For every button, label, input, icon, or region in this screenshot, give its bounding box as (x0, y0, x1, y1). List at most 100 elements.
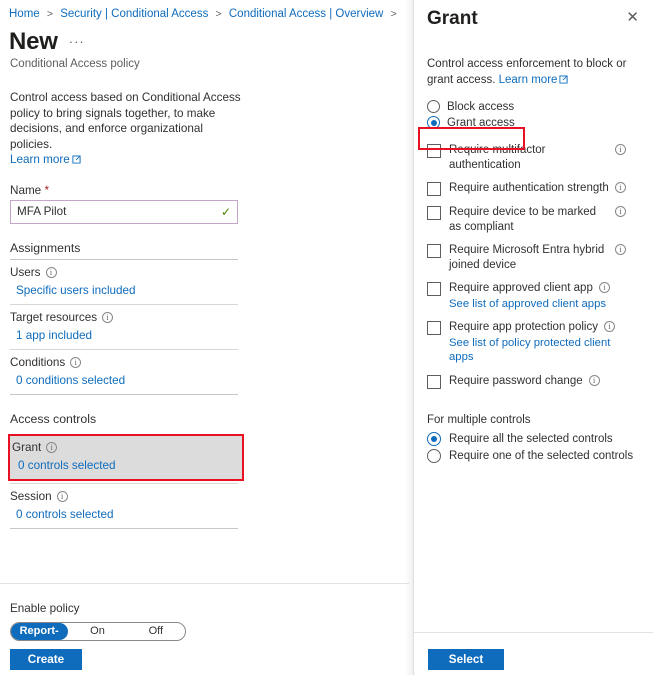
access-controls-heading: Access controls (10, 411, 97, 426)
external-link-icon (559, 74, 568, 84)
checkbox-label: Require password change (449, 374, 583, 387)
radio-grant-access[interactable]: Grant access (414, 113, 653, 129)
checkbox-label: Require device to be marked as compliant (449, 206, 597, 233)
grant-controls-checkbox-list: Require multifactor authentication i Req… (414, 129, 653, 389)
toggle-option-off[interactable]: Off (127, 623, 185, 640)
breadcrumb-item-security-conditional-access[interactable]: Security | Conditional Access (60, 8, 208, 20)
external-link-icon (72, 153, 81, 164)
checkbox-item-require-password-change[interactable]: Require password change i (414, 374, 653, 389)
info-icon[interactable]: i (70, 356, 82, 368)
checkbox-item-require-multifactor-authentication[interactable]: Require multifactor authentication i (414, 143, 653, 172)
name-field-label: Name * (0, 168, 409, 200)
access-mode-radio-group: Block access Grant access (414, 97, 653, 129)
new-policy-panel: Home > Security | Conditional Access > C… (0, 0, 409, 675)
checkbox-item-require-approved-client-app[interactable]: Require approved client app i See list o… (414, 281, 653, 311)
toggle-option-report-only[interactable]: Report-only (11, 623, 69, 640)
enable-policy-label: Enable policy (10, 602, 80, 615)
checkbox-body: Require multifactor authentication i (449, 143, 645, 172)
conditions-label-text: Conditions (10, 355, 66, 369)
radio-icon-unselected[interactable] (427, 448, 441, 463)
page-subtitle: Conditional Access policy (10, 58, 140, 70)
panel-shadow (405, 0, 413, 675)
info-icon[interactable]: i (615, 244, 626, 255)
info-icon[interactable]: i (102, 311, 114, 323)
checkbox-label: Require Microsoft Entra hybrid joined de… (449, 244, 605, 271)
grant-control-row[interactable]: Grant i 0 controls selected (8, 433, 244, 481)
checkbox-body: Require password change i (449, 374, 645, 389)
info-icon[interactable]: i (615, 206, 626, 217)
checkbox-icon[interactable] (427, 244, 441, 258)
required-marker: * (44, 183, 49, 197)
select-button[interactable]: Select (428, 649, 504, 670)
page-title: New (9, 28, 58, 55)
checkbox-icon[interactable] (427, 282, 441, 296)
radio-icon-selected[interactable] (427, 116, 440, 129)
info-icon[interactable]: i (45, 266, 57, 278)
checkbox-icon[interactable] (427, 206, 441, 220)
info-icon[interactable]: i (615, 144, 626, 155)
grant-blade-header: Grant ✕ (414, 0, 653, 31)
learn-more-link[interactable]: Learn more (499, 74, 558, 86)
radio-require-one-of-selected-controls[interactable]: Require one of the selected controls (414, 446, 653, 463)
checkbox-text-row: Require device to be marked as compliant… (449, 205, 645, 234)
checkbox-label: Require approved client app (449, 282, 593, 294)
session-value-link[interactable]: 0 controls selected (0, 503, 409, 528)
checkbox-body: Require approved client app i See list o… (449, 281, 645, 311)
policy-protected-client-apps-link[interactable]: See list of policy protected client apps (449, 336, 619, 365)
radio-icon-unselected[interactable] (427, 100, 440, 113)
checkbox-item-require-device-marked-compliant[interactable]: Require device to be marked as compliant… (414, 205, 653, 234)
info-icon[interactable]: i (588, 374, 600, 386)
checkbox-item-require-entra-hybrid-joined-device[interactable]: Require Microsoft Entra hybrid joined de… (414, 243, 653, 272)
checkbox-item-require-app-protection-policy[interactable]: Require app protection policy i See list… (414, 320, 653, 365)
radio-icon-selected[interactable] (427, 431, 441, 446)
toggle-option-on[interactable]: On (68, 623, 126, 640)
learn-more-link[interactable]: Learn more (10, 153, 70, 166)
checkbox-text-row: Require approved client app i (449, 281, 645, 296)
footer-divider (0, 583, 409, 584)
assignment-row-target-resources-value[interactable]: 1 app included (0, 324, 409, 349)
radio-block-access[interactable]: Block access (414, 97, 653, 113)
breadcrumb-item-conditional-access-overview[interactable]: Conditional Access | Overview (229, 8, 383, 20)
info-icon[interactable]: i (614, 182, 626, 193)
divider (10, 527, 238, 529)
page-title-row: New ··· (0, 22, 409, 56)
grant-label-row: Grant i (10, 438, 242, 454)
info-icon[interactable]: i (603, 321, 615, 332)
radio-grant-access-label: Grant access (447, 116, 515, 129)
checkbox-icon[interactable] (427, 374, 441, 389)
radio-require-all-selected-controls[interactable]: Require all the selected controls (414, 429, 653, 446)
checkbox-body: Require app protection policy i See list… (449, 320, 645, 365)
checkbox-text-row: Require app protection policy i (449, 320, 645, 335)
multiple-controls-heading: For multiple controls (427, 413, 531, 426)
checkbox-item-require-authentication-strength[interactable]: Require authentication strength i (414, 181, 653, 196)
checkbox-icon[interactable] (427, 321, 441, 335)
more-options-icon[interactable]: ··· (69, 35, 85, 48)
assignment-row-users-value[interactable]: Specific users included (0, 279, 409, 304)
blade-footer-divider (414, 632, 653, 633)
enable-policy-toggle[interactable]: Report-only On Off (10, 622, 186, 641)
grant-value-link[interactable]: 0 controls selected (10, 454, 242, 476)
conditional-access-screen: Home > Security | Conditional Access > C… (0, 0, 653, 675)
grant-label-text: Grant (12, 440, 42, 454)
checkbox-icon[interactable] (427, 144, 441, 158)
info-icon[interactable]: i (598, 282, 610, 293)
approved-client-apps-link[interactable]: See list of approved client apps (449, 297, 619, 312)
assignments-heading: Assignments (10, 240, 81, 255)
close-icon[interactable]: ✕ (624, 7, 641, 29)
assignment-row-target-resources-label: Target resources i (0, 305, 409, 324)
assignment-row-conditions-value[interactable]: 0 conditions selected (0, 369, 409, 394)
checkbox-body: Require Microsoft Entra hybrid joined de… (449, 243, 645, 272)
info-icon[interactable]: i (46, 441, 58, 453)
name-input[interactable] (11, 200, 221, 223)
users-label-text: Users (10, 265, 41, 279)
info-icon[interactable]: i (56, 490, 68, 502)
checkbox-label: Require app protection policy (449, 321, 598, 333)
checkbox-icon[interactable] (427, 182, 441, 196)
name-input-wrapper[interactable]: ✓ (10, 199, 238, 224)
breadcrumb: Home > Security | Conditional Access > C… (0, 0, 409, 22)
breadcrumb-item-home[interactable]: Home (9, 8, 40, 20)
create-button[interactable]: Create (10, 649, 82, 670)
target-resources-label-text: Target resources (10, 310, 98, 324)
session-label-text: Session (10, 489, 52, 503)
assignment-row-conditions-label: Conditions i (0, 350, 409, 369)
